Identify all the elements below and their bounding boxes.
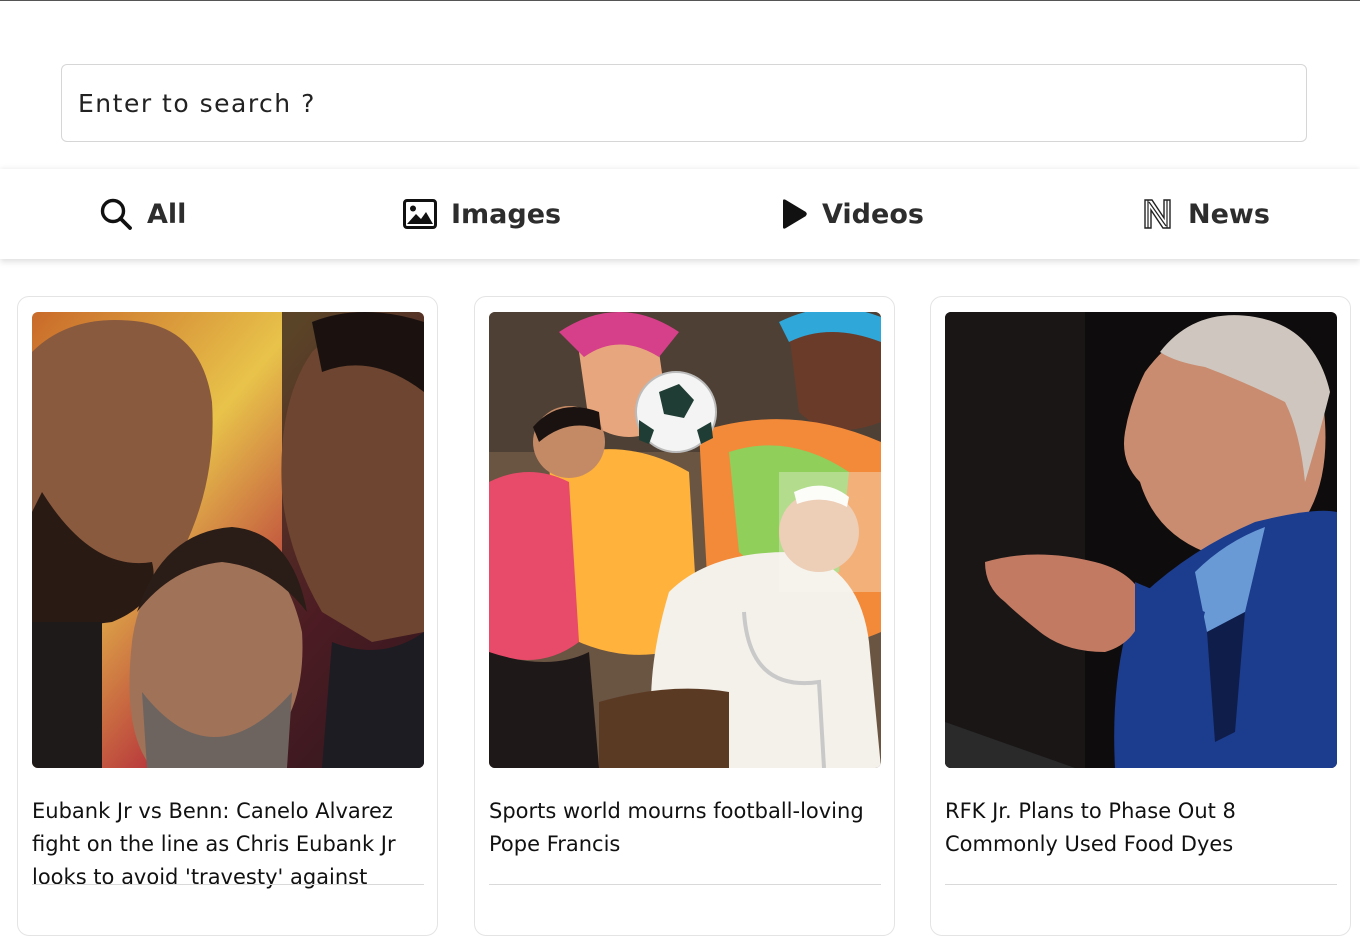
search-bar — [61, 64, 1307, 142]
tab-news[interactable]: News — [1142, 169, 1270, 259]
top-border — [0, 0, 1360, 1]
news-card[interactable]: Eubank Jr vs Benn: Canelo Alvarez fight … — [17, 296, 438, 936]
card-divider — [945, 884, 1337, 885]
search-type-tabs: All Images Videos News — [0, 169, 1360, 259]
play-icon — [783, 199, 807, 229]
tab-videos[interactable]: Videos — [780, 169, 924, 259]
search-input[interactable] — [61, 64, 1307, 142]
news-headline[interactable]: Eubank Jr vs Benn: Canelo Alvarez fight … — [32, 795, 424, 894]
pope-football-photo — [489, 312, 881, 768]
tab-all[interactable]: All — [99, 169, 186, 259]
image-icon — [403, 199, 437, 229]
news-thumbnail[interactable] — [32, 312, 424, 768]
news-headline[interactable]: Sports world mourns football-loving Pope… — [489, 795, 881, 861]
tab-images-label: Images — [451, 198, 562, 230]
tab-news-label: News — [1188, 198, 1270, 230]
news-card[interactable]: RFK Jr. Plans to Phase Out 8 Commonly Us… — [930, 296, 1351, 936]
search-icon — [100, 198, 132, 230]
news-thumbnail[interactable] — [489, 312, 881, 768]
news-logo-icon — [1144, 199, 1171, 229]
speaker-at-podium-photo — [945, 312, 1337, 768]
tab-all-label: All — [147, 198, 187, 230]
boxers-faceoff-photo — [32, 312, 424, 768]
news-card[interactable]: Sports world mourns football-loving Pope… — [474, 296, 895, 936]
news-thumbnail[interactable] — [945, 312, 1337, 768]
card-divider — [32, 884, 424, 885]
tab-videos-label: Videos — [822, 198, 924, 230]
news-headline[interactable]: RFK Jr. Plans to Phase Out 8 Commonly Us… — [945, 795, 1337, 861]
tab-images[interactable]: Images — [403, 169, 561, 259]
card-divider — [489, 884, 881, 885]
